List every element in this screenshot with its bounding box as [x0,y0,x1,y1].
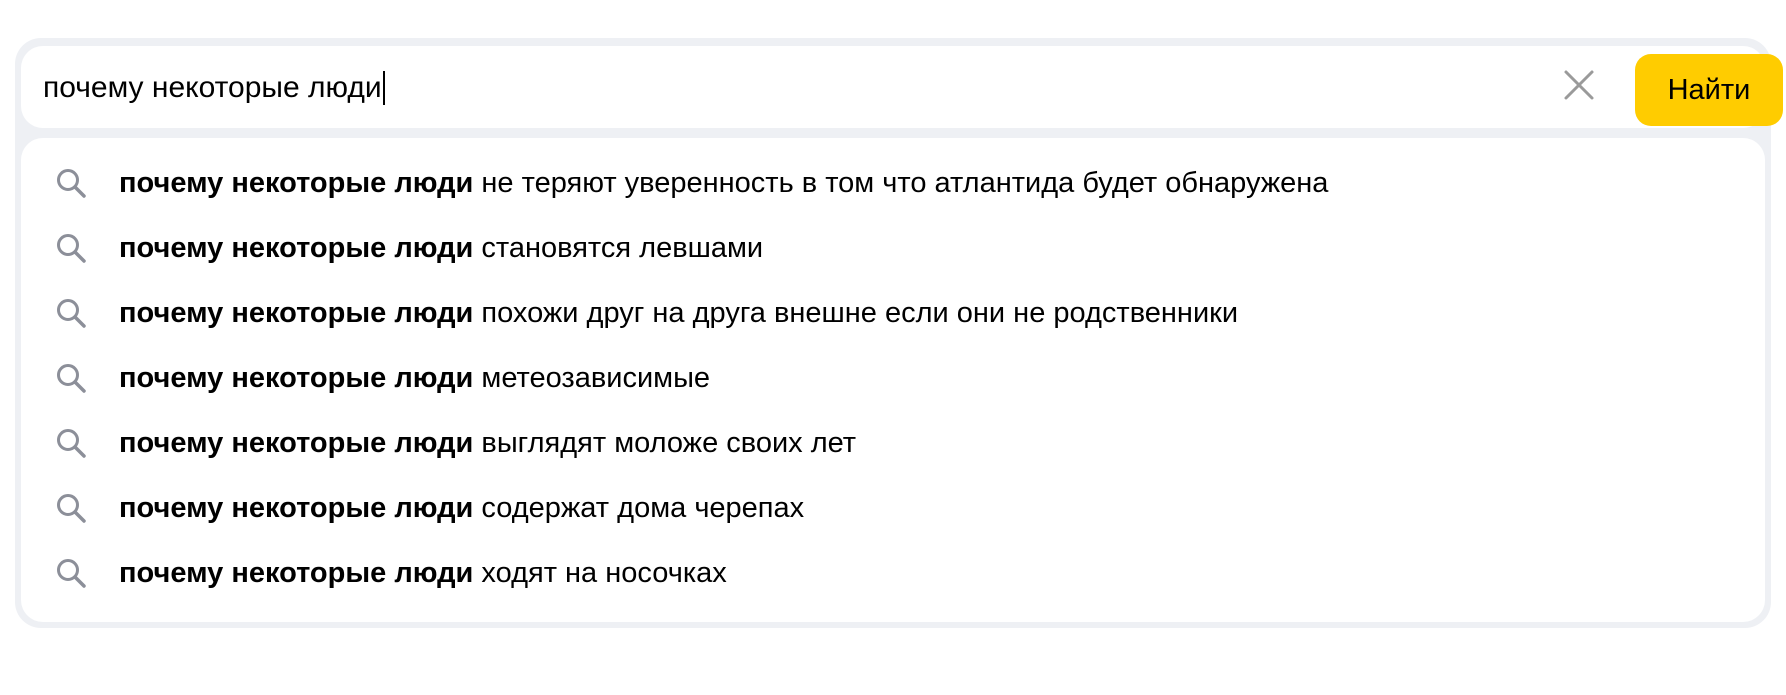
suggestion-completion: метеозависимые [473,361,711,394]
suggestion-completion: ходят на носочках [473,556,727,589]
suggestion-item[interactable]: почему некоторые люди ходят на носочках [21,540,1765,605]
suggestion-text: почему некоторые люди метеозависимые [119,358,710,398]
suggestion-text: почему некоторые люди ходят на носочках [119,553,727,593]
search-icon [55,557,87,589]
search-submit-button[interactable]: Найти [1635,54,1783,126]
text-caret [382,71,385,105]
suggestion-item[interactable]: почему некоторые люди становятся левшами [21,215,1765,280]
suggestion-item[interactable]: почему некоторые люди выглядят моложе св… [21,410,1765,475]
close-icon [1562,68,1596,107]
search-query-text: почему некоторые люди [43,71,382,104]
suggestion-item[interactable]: почему некоторые люди содержат дома чере… [21,475,1765,540]
suggestion-completion: выглядят моложе своих лет [473,426,857,459]
suggestion-completion: не теряют уверенность в том что атлантид… [473,166,1329,199]
suggestion-completion: содержат дома черепах [473,491,805,524]
suggestion-item[interactable]: почему некоторые люди не теряют уверенно… [21,150,1765,215]
clear-button[interactable] [1559,67,1599,107]
suggestion-text: почему некоторые люди содержат дома чере… [119,488,804,528]
search-icon [55,427,87,459]
suggestion-match: почему некоторые люди [119,296,474,329]
search-icon [55,297,87,329]
search-bar: почему некоторые люди Найти [21,46,1783,128]
suggestion-item[interactable]: почему некоторые люди похожи друг на дру… [21,280,1765,345]
suggestion-text: почему некоторые люди похожи друг на дру… [119,293,1238,333]
search-input[interactable]: почему некоторые люди [43,68,1343,108]
suggestion-match: почему некоторые люди [119,166,474,199]
suggestion-completion: становятся левшами [473,231,764,264]
suggestion-match: почему некоторые люди [119,556,474,589]
suggestion-match: почему некоторые люди [119,491,474,524]
suggestion-text: почему некоторые люди выглядят моложе св… [119,423,856,463]
suggestion-completion: похожи друг на друга внешне если они не … [473,296,1239,329]
search-icon [55,232,87,264]
suggestion-text: почему некоторые люди становятся левшами [119,228,763,268]
suggestions-dropdown: почему некоторые люди не теряют уверенно… [21,138,1765,622]
search-icon [55,167,87,199]
suggestion-item[interactable]: почему некоторые люди метеозависимые [21,345,1765,410]
suggestion-match: почему некоторые люди [119,231,474,264]
search-icon [55,492,87,524]
search-widget: почему некоторые люди Найти почему некот… [15,38,1783,628]
suggestion-match: почему некоторые люди [119,426,474,459]
suggestion-match: почему некоторые люди [119,361,474,394]
suggestion-text: почему некоторые люди не теряют уверенно… [119,163,1328,203]
search-icon [55,362,87,394]
